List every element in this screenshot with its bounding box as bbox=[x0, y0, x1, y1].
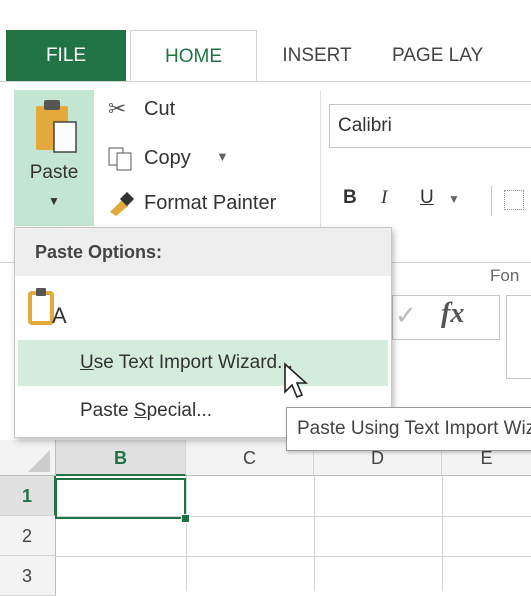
column-gridline bbox=[442, 476, 443, 591]
mouse-pointer-icon bbox=[284, 362, 309, 399]
wizard-access-key: U bbox=[80, 352, 94, 373]
ribbon-tabs: FILE HOME INSERT PAGE LAY bbox=[0, 30, 531, 83]
column-gridline bbox=[186, 476, 187, 591]
tab-home[interactable]: HOME bbox=[130, 30, 257, 83]
wizard-label: se Text Import Wizard... bbox=[93, 352, 293, 373]
row-header-1[interactable]: 1 bbox=[0, 476, 56, 516]
clipboard-icon bbox=[36, 100, 77, 153]
paste-special-access-key: S bbox=[133, 400, 147, 421]
insert-function-icon[interactable]: fx bbox=[441, 298, 464, 330]
enter-check-icon[interactable]: ✓ bbox=[395, 300, 417, 331]
tooltip: Paste Using Text Import Wizard bbox=[286, 407, 531, 451]
toolbar-divider bbox=[491, 186, 492, 216]
paste-button[interactable]: Paste ▼ bbox=[14, 90, 94, 226]
paste-label: Paste bbox=[29, 162, 79, 183]
scissors-icon: ✂ bbox=[108, 96, 127, 121]
tab-insert[interactable]: INSERT bbox=[262, 30, 372, 82]
paintbrush-icon bbox=[110, 192, 135, 216]
row-header-3[interactable]: 3 bbox=[0, 556, 56, 596]
use-text-import-wizard-item[interactable]: Use Text Import Wizard... bbox=[18, 340, 388, 386]
formula-bar-buttons: ✓ fx bbox=[392, 295, 500, 340]
select-all-triangle-icon bbox=[28, 450, 50, 472]
copy-icon bbox=[108, 147, 132, 171]
paste-special-label: pecial... bbox=[146, 400, 213, 421]
group-divider bbox=[320, 90, 321, 240]
underline-button[interactable]: U bbox=[420, 187, 434, 209]
row-header-2[interactable]: 2 bbox=[0, 516, 56, 556]
copy-label: Copy bbox=[144, 147, 191, 169]
column-gridline bbox=[314, 476, 315, 591]
text-only-glyph: A bbox=[52, 303, 67, 328]
copy-dropdown-icon[interactable]: ▼ bbox=[216, 149, 229, 164]
font-name-box[interactable]: Calibri bbox=[329, 104, 531, 148]
formula-input[interactable] bbox=[506, 295, 531, 379]
select-all-corner[interactable] bbox=[0, 440, 56, 476]
keep-text-only-button[interactable]: A bbox=[28, 287, 72, 331]
italic-button[interactable]: I bbox=[381, 187, 387, 209]
bold-button[interactable]: B bbox=[343, 187, 357, 209]
column-header-b[interactable]: B bbox=[56, 440, 186, 476]
paste-special-prefix: Paste bbox=[80, 400, 134, 421]
tab-page-layout[interactable]: PAGE LAY bbox=[392, 30, 531, 82]
underline-dropdown-icon[interactable]: ▼ bbox=[448, 192, 460, 206]
chevron-down-icon: ▼ bbox=[48, 194, 60, 208]
fill-handle[interactable] bbox=[181, 514, 190, 523]
format-painter-label: Format Painter bbox=[144, 192, 277, 214]
paste-options-header: Paste Options: bbox=[15, 228, 391, 276]
tab-file[interactable]: FILE bbox=[6, 30, 126, 82]
row-gridline bbox=[56, 556, 531, 557]
cut-label: Cut bbox=[144, 98, 176, 120]
borders-icon[interactable] bbox=[504, 190, 524, 210]
font-group-label: Fon bbox=[490, 266, 520, 285]
active-cell-b1[interactable] bbox=[55, 478, 186, 519]
